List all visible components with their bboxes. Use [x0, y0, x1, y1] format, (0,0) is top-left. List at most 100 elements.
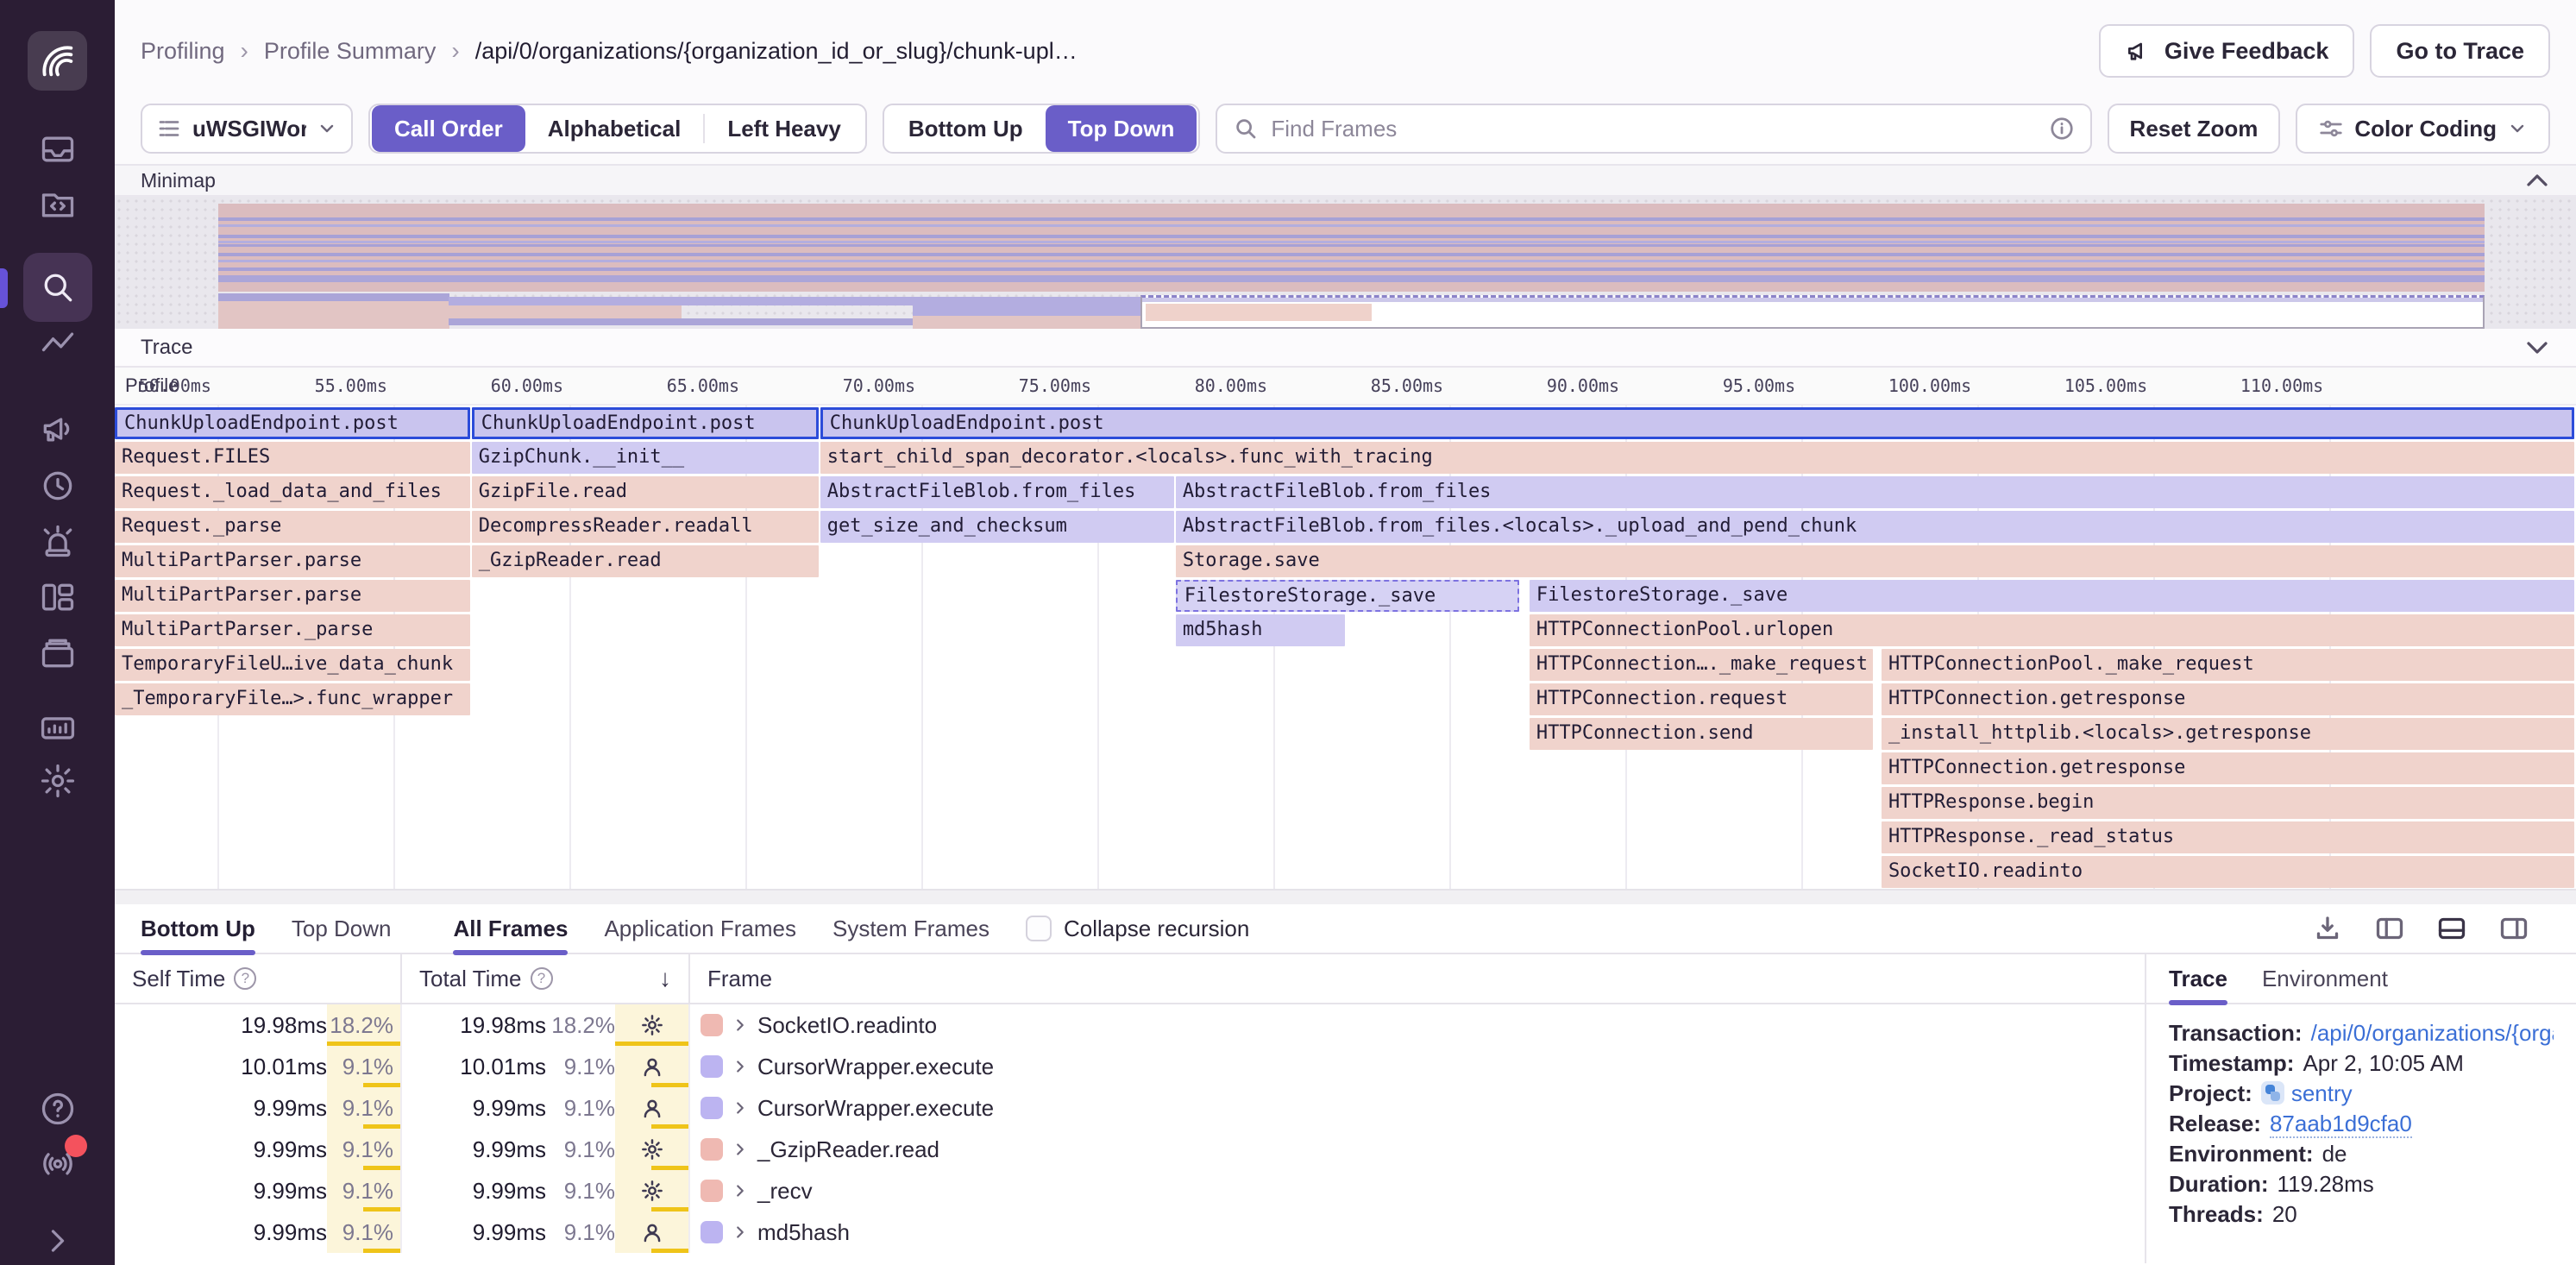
flame-frame[interactable]: HTTPConnectionPool._make_request: [1882, 649, 2574, 681]
flame-frame[interactable]: GzipChunk.__init__: [472, 442, 819, 474]
flame-frame[interactable]: _install_httplib.<locals>.getresponse: [1882, 718, 2574, 750]
sidebar-item-feedback[interactable]: [0, 410, 115, 448]
sidebar-item-stats[interactable]: [0, 708, 115, 746]
flame-frame[interactable]: TemporaryFileU…ive_data_chunk: [115, 649, 470, 681]
flame-frame[interactable]: Request.FILES: [115, 442, 470, 474]
flame-frame[interactable]: MultiPartParser.parse: [115, 545, 470, 577]
flame-frame[interactable]: HTTPConnection.request: [1530, 683, 1873, 715]
flame-frame[interactable]: HTTPConnection.getresponse: [1882, 752, 2574, 784]
sidebar-item-releases[interactable]: [0, 634, 115, 672]
flame-frame[interactable]: HTTPResponse._read_status: [1882, 821, 2574, 853]
flame-frame[interactable]: start_child_span_decorator.<locals>.func…: [820, 442, 2574, 474]
sort-alphabetical[interactable]: Alphabetical: [525, 105, 704, 152]
details-value[interactable]: /api/0/organizations/{organ…: [2311, 1020, 2554, 1046]
flame-scrollbar-track[interactable]: [115, 889, 2576, 904]
flame-frame[interactable]: _GzipReader.read: [472, 545, 819, 577]
tab-top-down[interactable]: Top Down: [292, 903, 392, 953]
direction-bottom-up[interactable]: Bottom Up: [886, 105, 1046, 152]
sidebar-help[interactable]: [0, 1090, 115, 1128]
flame-frame[interactable]: DecompressReader.readall: [472, 511, 819, 543]
dock-left-icon[interactable]: [2374, 913, 2405, 944]
sidebar-whats-new[interactable]: [0, 1143, 115, 1186]
table-row[interactable]: 19.98ms18.2%19.98ms18.2%SocketIO.readint…: [115, 1004, 2145, 1046]
tab-all-frames[interactable]: All Frames: [453, 903, 568, 953]
expand-row-icon[interactable]: [733, 1181, 747, 1200]
collapse-trace-icon[interactable]: [2524, 338, 2550, 357]
breadcrumb-profiling[interactable]: Profiling: [141, 38, 225, 65]
sidebar-item-replays[interactable]: [0, 467, 115, 505]
tab-bottom-up[interactable]: Bottom Up: [141, 903, 255, 953]
flame-frame[interactable]: _TemporaryFile…>.func_wrapper: [115, 683, 470, 715]
system-frame-icon: [615, 1004, 688, 1046]
sidebar-item-explore[interactable]: [0, 186, 115, 223]
flame-frame[interactable]: MultiPartParser.parse: [115, 580, 470, 612]
flame-frame[interactable]: get_size_and_checksum: [820, 511, 1174, 543]
table-row[interactable]: 9.99ms9.1%9.99ms9.1%CursorWrapper.execut…: [115, 1087, 2145, 1129]
flame-frame[interactable]: HTTPResponse.begin: [1882, 787, 2574, 819]
minimap[interactable]: [115, 197, 2576, 329]
direction-top-down[interactable]: Top Down: [1046, 105, 1197, 152]
flame-chart[interactable]: ChunkUploadEndpoint.postChunkUploadEndpo…: [115, 406, 2576, 904]
table-row[interactable]: 10.01ms9.1%10.01ms9.1%CursorWrapper.exec…: [115, 1046, 2145, 1087]
flame-frame[interactable]: Storage.save: [1176, 545, 2574, 577]
tab-system-frames[interactable]: System Frames: [832, 903, 990, 953]
reset-zoom-button[interactable]: Reset Zoom: [2108, 104, 2281, 154]
sidebar-item-search-active[interactable]: [23, 253, 92, 322]
give-feedback-button[interactable]: Give Feedback: [2099, 24, 2355, 78]
sort-left-heavy[interactable]: Left Heavy: [705, 105, 864, 152]
minimap-viewport[interactable]: [1140, 295, 2485, 329]
dock-right-icon[interactable]: [2498, 913, 2529, 944]
flame-frame[interactable]: ChunkUploadEndpoint.post: [472, 407, 819, 439]
thread-selector[interactable]: uWSGIWor…: [141, 104, 353, 154]
details-value[interactable]: 87aab1d9cfa0: [2270, 1111, 2412, 1138]
details-tab-environment[interactable]: Environment: [2262, 953, 2388, 1004]
sidebar-item-insights[interactable]: [0, 326, 115, 364]
sidebar-expand[interactable]: [0, 1222, 115, 1260]
frame-header[interactable]: Frame: [690, 954, 2145, 1003]
dock-bottom-icon[interactable]: [2436, 913, 2467, 944]
total-time-header[interactable]: Total Time? ↓: [402, 954, 690, 1003]
sidebar-item-settings[interactable]: [0, 762, 115, 800]
flame-frame[interactable]: ChunkUploadEndpoint.post: [820, 407, 2574, 439]
tab-application-frames[interactable]: Application Frames: [604, 903, 796, 953]
expand-row-icon[interactable]: [733, 1140, 747, 1159]
sidebar-item-dashboards[interactable]: [0, 579, 115, 617]
flame-frame[interactable]: HTTPConnection.getresponse: [1882, 683, 2574, 715]
sidebar-item-alerts[interactable]: [0, 522, 115, 560]
flame-frame[interactable]: HTTPConnectionPool.urlopen: [1530, 614, 2574, 646]
self-time-header[interactable]: Self Time?: [115, 954, 402, 1003]
flame-frame[interactable]: GzipFile.read: [472, 476, 819, 508]
expand-row-icon[interactable]: [733, 1223, 747, 1242]
table-row[interactable]: 9.99ms9.1%9.99ms9.1%md5hash: [115, 1212, 2145, 1253]
flame-frame[interactable]: FilestoreStorage._save: [1176, 580, 1519, 612]
find-frames-input[interactable]: [1271, 116, 2036, 142]
expand-row-icon[interactable]: [733, 1016, 747, 1035]
flame-frame[interactable]: AbstractFileBlob.from_files.<locals>._up…: [1176, 511, 2574, 543]
flame-frame[interactable]: AbstractFileBlob.from_files: [820, 476, 1174, 508]
sort-call-order[interactable]: Call Order: [372, 105, 525, 152]
table-row[interactable]: 9.99ms9.1%9.99ms9.1%_recv: [115, 1170, 2145, 1212]
sentry-logo[interactable]: [28, 31, 87, 91]
color-coding-dropdown[interactable]: Color Coding: [2296, 104, 2550, 154]
flame-frame[interactable]: AbstractFileBlob.from_files: [1176, 476, 2574, 508]
collapse-minimap-icon[interactable]: [2524, 171, 2550, 190]
sidebar-item-issues[interactable]: [0, 130, 115, 168]
go-to-trace-button[interactable]: Go to Trace: [2370, 24, 2550, 78]
flame-frame[interactable]: Request._parse: [115, 511, 470, 543]
flame-frame[interactable]: MultiPartParser._parse: [115, 614, 470, 646]
flame-frame[interactable]: SocketIO.readinto: [1882, 856, 2574, 888]
flame-frame[interactable]: ChunkUploadEndpoint.post: [115, 407, 470, 439]
flame-frame[interactable]: FilestoreStorage._save: [1530, 580, 2574, 612]
details-tab-trace[interactable]: Trace: [2169, 953, 2227, 1004]
expand-row-icon[interactable]: [733, 1098, 747, 1117]
flame-frame[interactable]: HTTPConnection.send: [1530, 718, 1873, 750]
flame-frame[interactable]: HTTPConnection…._make_request: [1530, 649, 1873, 681]
table-row[interactable]: 9.99ms9.1%9.99ms9.1%_GzipReader.read: [115, 1129, 2145, 1170]
flame-frame[interactable]: md5hash: [1176, 614, 1345, 646]
expand-row-icon[interactable]: [733, 1057, 747, 1076]
details-value[interactable]: sentry: [2291, 1080, 2353, 1106]
flame-frame[interactable]: Request._load_data_and_files: [115, 476, 470, 508]
breadcrumb-profile-summary[interactable]: Profile Summary: [264, 38, 437, 65]
collapse-recursion-checkbox[interactable]: [1026, 916, 1052, 941]
download-icon[interactable]: [2312, 913, 2343, 944]
